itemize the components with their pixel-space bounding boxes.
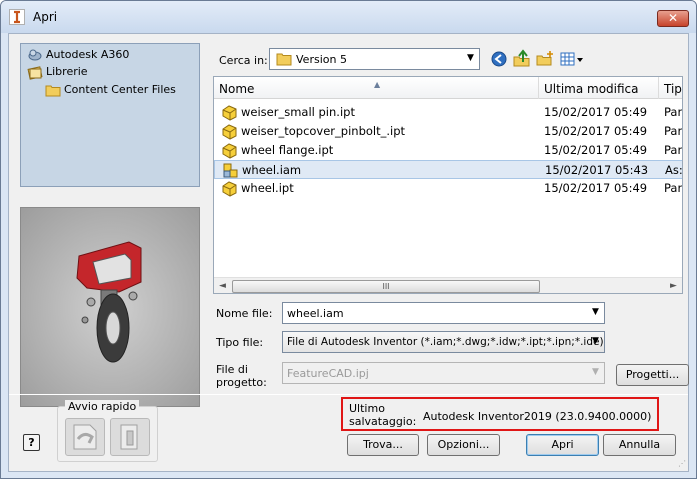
quick-launch-recent-button[interactable]: [65, 418, 105, 456]
file-row[interactable]: wheel.ipt 15/02/2017 05:49 Par: [214, 179, 683, 198]
file-modified: 15/02/2017 05:49: [544, 124, 648, 138]
filetype-dropdown[interactable]: File di Autodesk Inventor (*.iam;*.dwg;*…: [282, 331, 605, 353]
file-row[interactable]: wheel flange.ipt 15/02/2017 05:49 Par: [214, 141, 683, 160]
folder-icon: [45, 82, 61, 98]
last-saved-label-line: salvataggio:: [349, 415, 417, 428]
column-header-name[interactable]: ▲ Nome: [214, 77, 539, 99]
preview-image: [20, 207, 200, 407]
column-header-modified[interactable]: Ultima modifica: [539, 77, 659, 99]
project-dropdown: FeatureCAD.ipj ▼: [282, 362, 605, 384]
column-label: Nome: [219, 82, 255, 96]
part-icon: [221, 142, 238, 159]
quick-launch-project-button[interactable]: [110, 418, 150, 456]
part-icon: [221, 123, 238, 140]
quick-launch-title: Avvio rapido: [65, 400, 140, 413]
file-row[interactable]: weiser_small pin.ipt 15/02/2017 05:49 Pa…: [214, 103, 683, 122]
file-name: weiser_small pin.ipt: [241, 105, 355, 119]
inventor-app-icon: [9, 9, 25, 25]
filename-value: wheel.iam: [287, 307, 344, 320]
close-button[interactable]: ✕: [657, 10, 689, 27]
file-modified: 15/02/2017 05:49: [544, 181, 648, 195]
places-panel: Autodesk A360 Librerie Content Center Fi…: [20, 43, 200, 187]
view-menu-icon: [560, 52, 583, 66]
up-folder-icon: [513, 49, 530, 67]
last-saved-label-line: Ultimo: [349, 402, 385, 415]
place-label: Librerie: [46, 65, 88, 78]
scroll-left-icon[interactable]: ◄: [214, 278, 231, 293]
last-saved-info: Ultimo salvataggio: Autodesk Inventor201…: [341, 397, 659, 431]
column-label: Tip: [664, 82, 682, 96]
lookin-dropdown[interactable]: Version 5 ▼: [269, 48, 480, 70]
cancel-button[interactable]: Annulla: [603, 434, 676, 456]
open-dialog: Apri ✕ Autodesk A360 Librerie Content Ce…: [0, 0, 697, 479]
back-icon: [491, 51, 507, 67]
column-header-type[interactable]: Tip: [659, 77, 682, 99]
filename-input[interactable]: wheel.iam ▼: [282, 302, 605, 324]
chevron-down-icon: ▼: [592, 336, 599, 346]
chevron-down-icon: ▼: [592, 307, 599, 317]
sort-ascending-icon: ▲: [374, 80, 381, 89]
project-label-line: File di: [216, 363, 248, 376]
file-type: Par: [664, 105, 683, 119]
project-value: FeatureCAD.ipj: [287, 367, 369, 380]
file-modified: 15/02/2017 05:49: [544, 143, 648, 157]
last-saved-value: Autodesk Inventor2019 (23.0.9400.0000): [423, 410, 652, 423]
filename-label: Nome file:: [216, 307, 273, 320]
filetype-label: Tipo file:: [216, 336, 264, 349]
assembly-icon: [222, 162, 239, 179]
folder-icon: [276, 52, 292, 66]
file-row-selected[interactable]: wheel.iam 15/02/2017 05:43 As:: [214, 160, 683, 179]
separator: [9, 394, 688, 395]
file-name: wheel.ipt: [241, 181, 294, 195]
last-saved-label: Ultimo salvataggio:: [349, 402, 419, 428]
a360-icon: [27, 47, 43, 63]
scroll-right-icon[interactable]: ►: [665, 278, 682, 293]
column-label: Ultima modifica: [544, 82, 639, 96]
lookin-value: Version 5: [296, 53, 347, 66]
dialog-client-area: Autodesk A360 Librerie Content Center Fi…: [8, 33, 689, 472]
chevron-down-icon: ▼: [467, 53, 474, 63]
horizontal-scrollbar[interactable]: ◄ III ►: [214, 277, 682, 293]
part-icon: [221, 104, 238, 121]
file-type: Par: [664, 143, 683, 157]
new-folder-icon: [536, 51, 553, 66]
window-title: Apri: [33, 10, 58, 24]
libraries-icon: [27, 64, 43, 80]
options-button[interactable]: Opzioni...: [427, 434, 500, 456]
file-name: wheel flange.ipt: [241, 143, 334, 157]
file-modified: 15/02/2017 05:49: [544, 105, 648, 119]
chevron-down-icon: ▼: [592, 367, 599, 377]
back-button[interactable]: [489, 49, 509, 69]
lookin-label: Cerca in:: [219, 54, 268, 67]
file-row[interactable]: weiser_topcover_pinbolt_.ipt 15/02/2017 …: [214, 122, 683, 141]
up-folder-button[interactable]: [512, 49, 532, 69]
file-type: Par: [664, 124, 683, 138]
project-file-icon: [120, 424, 138, 450]
file-name: wheel.iam: [242, 163, 302, 177]
list-header: ▲ Nome Ultima modifica Tip: [214, 77, 682, 99]
new-folder-button[interactable]: [535, 49, 555, 69]
file-name: weiser_topcover_pinbolt_.ipt: [241, 124, 406, 138]
open-button[interactable]: Apri: [526, 434, 599, 456]
file-type: As:: [665, 163, 683, 177]
view-menu-button[interactable]: [559, 49, 585, 69]
help-button[interactable]: ?: [23, 434, 40, 451]
title-bar[interactable]: Apri ✕: [1, 1, 696, 33]
find-button[interactable]: Trova...: [347, 434, 419, 456]
file-type: Par: [664, 181, 683, 195]
project-label: File di progetto:: [216, 363, 267, 389]
part-icon: [221, 180, 238, 197]
place-label: Autodesk A360: [46, 48, 130, 61]
projects-button[interactable]: Progetti...: [616, 364, 689, 386]
recent-files-icon: [73, 424, 97, 450]
scroll-thumb[interactable]: III: [232, 280, 540, 293]
filetype-value: File di Autodesk Inventor (*.iam;*.dwg;*…: [287, 336, 604, 348]
project-label-line: progetto:: [216, 376, 267, 389]
file-modified: 15/02/2017 05:43: [545, 163, 649, 177]
file-list[interactable]: ▲ Nome Ultima modifica Tip weiser_small …: [213, 76, 683, 294]
place-label: Content Center Files: [64, 83, 176, 96]
resize-grip-icon[interactable]: ⋰: [676, 459, 686, 469]
